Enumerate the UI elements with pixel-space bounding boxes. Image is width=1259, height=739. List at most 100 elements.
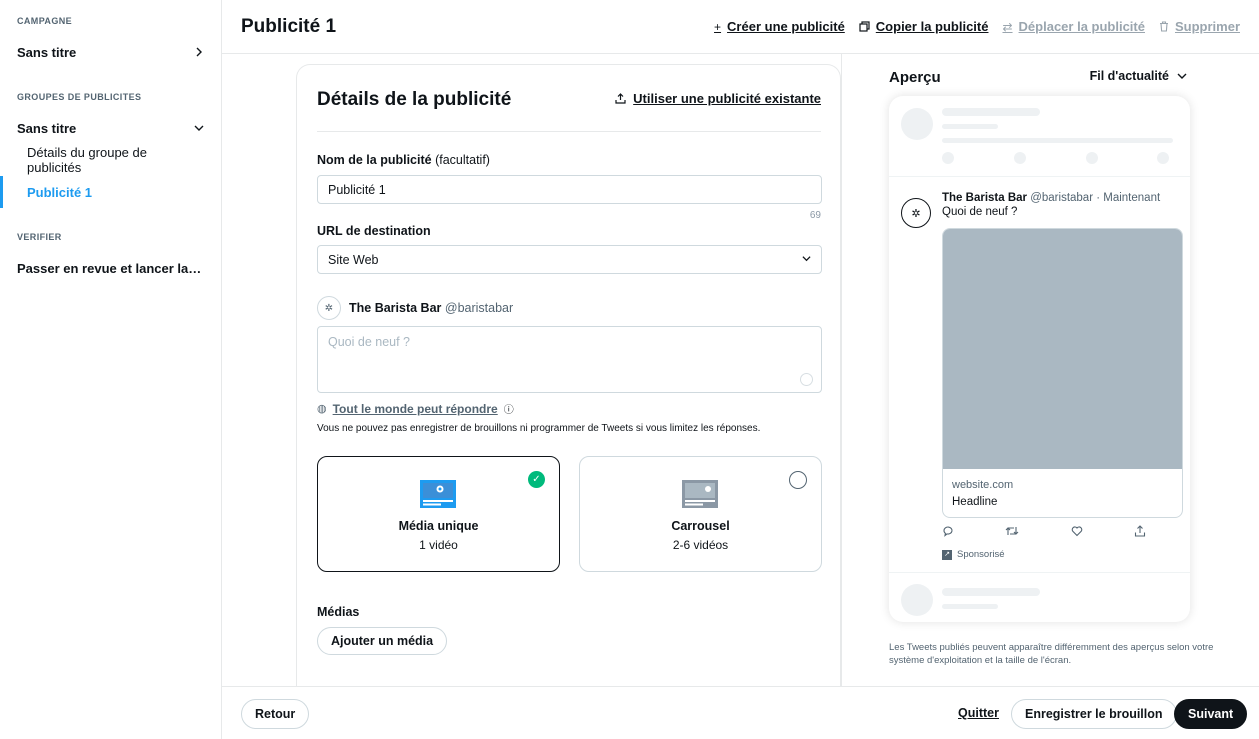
tweet-placeholder: Quoi de neuf ? [328,335,411,349]
tweet-preview: ✲ The Barista Bar @baristabar · Maintena… [889,96,1190,622]
tweet-name: The Barista Bar [942,192,1028,204]
skeleton-avatar [901,108,933,140]
reply-setting-link[interactable]: Tout le monde peut répondre [333,402,498,416]
sidebar-item-review[interactable]: Passer en revue et lancer la campagne [0,252,221,284]
page-title: Publicité 1 [241,15,337,37]
carousel-icon [682,480,718,508]
swap-icon: ⇄ [1002,19,1013,34]
destination-url-label: URL de destination [317,224,431,238]
quit-link[interactable]: Quitter [958,706,999,720]
chevron-down-icon [1177,73,1187,79]
skeleton-line [942,108,1040,116]
share-icon [1134,525,1146,537]
single-media-icon [420,480,456,508]
tweet-actions [942,525,1146,537]
barista-logo-icon: ✲ [901,198,931,228]
sidebar-item-label: Publicité 1 [27,184,93,200]
upload-icon [615,93,626,104]
skeleton-dot [1157,152,1169,164]
tweet-header: The Barista Bar @baristabar · Maintenant [942,192,1160,204]
save-draft-button[interactable]: Enregistrer le brouillon [1011,699,1177,729]
sidebar-item-label: Passer en revue et lancer la campagne [17,260,203,276]
create-ad-button[interactable]: + Créer une publicité [714,19,845,34]
sidebar-section-adgroups: GROUPES DE PUBLICITES [17,92,142,102]
sidebar-item-label: Sans titre [17,44,77,60]
footer-bar: Retour Quitter Enregistrer le brouillon … [222,686,1259,739]
skeleton-dot [1014,152,1026,164]
card-headline: Headline [952,496,998,508]
ad-name-label: Nom de la publicité (facultatif) [317,153,490,167]
promoted-label: ↗ Sponsorisé [942,549,1005,560]
sidebar-item-label: Sans titre [17,120,77,136]
copy-ad-button[interactable]: Copier la publicité [859,19,989,34]
promoted-icon: ↗ [942,549,952,560]
globe-icon: ◍ [317,403,327,415]
website-card: website.com Headline [942,228,1183,518]
ad-name-label-text: Nom de la publicité [317,153,432,167]
page-header: Publicité 1 + Créer une publicité Copier… [222,0,1259,54]
skeleton-avatar [901,584,933,616]
copy-icon [859,21,870,32]
add-media-button[interactable]: Ajouter un média [317,627,448,655]
tweet-account: ✲ The Barista Bar @baristabar [317,296,513,320]
carousel-option[interactable]: Carrousel 2-6 vidéos [579,456,822,572]
preview-placement-value: Fil d'actualité [1089,69,1169,83]
back-button[interactable]: Retour [241,699,310,729]
sidebar: CAMPAGNE Sans titre GROUPES DE PUBLICITE… [0,0,222,739]
divider [317,131,821,132]
account-avatar-icon: ✲ [317,296,341,320]
skeleton-line [942,138,1173,143]
option-subtitle: 1 vidéo [419,538,458,552]
preview-disclaimer: Les Tweets publiés peuvent apparaître di… [889,642,1214,666]
tweet-time: · Maintenant [1096,192,1161,204]
destination-url-value: Site Web [328,252,379,267]
trash-icon [1159,21,1168,32]
ad-name-input[interactable] [317,175,822,204]
ad-name-optional: (facultatif) [435,153,490,167]
sidebar-section-campaign: CAMPAGNE [17,16,73,26]
char-progress-icon [800,373,813,386]
tweet-text: Quoi de neuf ? [942,206,1018,218]
preview-placement-select[interactable]: Fil d'actualité [1090,69,1187,83]
skeleton-dot [942,152,954,164]
sidebar-item-label: Détails du groupe de publicités [27,145,147,175]
account-handle: @baristabar [444,301,514,315]
sidebar-item-adgroup[interactable]: Sans titre [0,112,221,144]
tweet-text-input[interactable]: Quoi de neuf ? [317,326,822,393]
preview-title: Aperçu [889,69,941,86]
retweet-icon [1005,527,1019,535]
destination-url-select[interactable]: Site Web [317,245,822,274]
chevron-right-icon [196,47,202,57]
reply-setting: ◍ Tout le monde peut répondre ⓘ [317,401,514,417]
copy-ad-label: Copier la publicité [875,19,989,34]
move-ad-label: Déplacer la publicité [1018,19,1145,34]
ad-details-card: Détails de la publicité Utiliser une pub… [296,64,841,704]
skeleton-line [942,604,998,609]
skeleton-dot [1086,152,1098,164]
skeleton-line [942,124,998,129]
create-ad-label: Créer une publicité [727,19,845,34]
info-icon[interactable]: ⓘ [504,401,514,416]
sidebar-item-campaign[interactable]: Sans titre [0,36,221,68]
radio-unselected-icon [789,471,807,489]
chevron-down-icon [802,256,811,262]
next-button[interactable]: Suivant [1174,699,1248,729]
option-title: Média unique [398,519,479,533]
sidebar-item-ad[interactable]: Publicité 1 [0,176,221,208]
tweet-handle: @baristabar [1030,192,1094,204]
preview-panel: Aperçu Fil d'actualité ✲ The Barista Bar… [841,54,1259,686]
sidebar-item-adgroup-details[interactable]: Détails du groupe de publicités [0,144,221,176]
chevron-down-icon [194,125,204,131]
skeleton-line [942,588,1040,596]
card-title: Détails de la publicité [317,89,512,110]
single-media-option[interactable]: ✓ Média unique 1 vidéo [317,456,560,572]
delete-ad-label: Supprimer [1174,19,1240,34]
use-existing-label: Utiliser une publicité existante [633,91,821,106]
move-ad-button[interactable]: ⇄ Déplacer la publicité [1002,19,1145,34]
ad-name-counter: 69 [809,210,821,221]
delete-ad-button[interactable]: Supprimer [1159,19,1240,34]
header-actions: + Créer une publicité Copier la publicit… [714,19,1240,34]
use-existing-ad-button[interactable]: Utiliser une publicité existante [615,91,821,106]
option-subtitle: 2-6 vidéos [672,538,729,552]
reply-icon [943,526,953,537]
